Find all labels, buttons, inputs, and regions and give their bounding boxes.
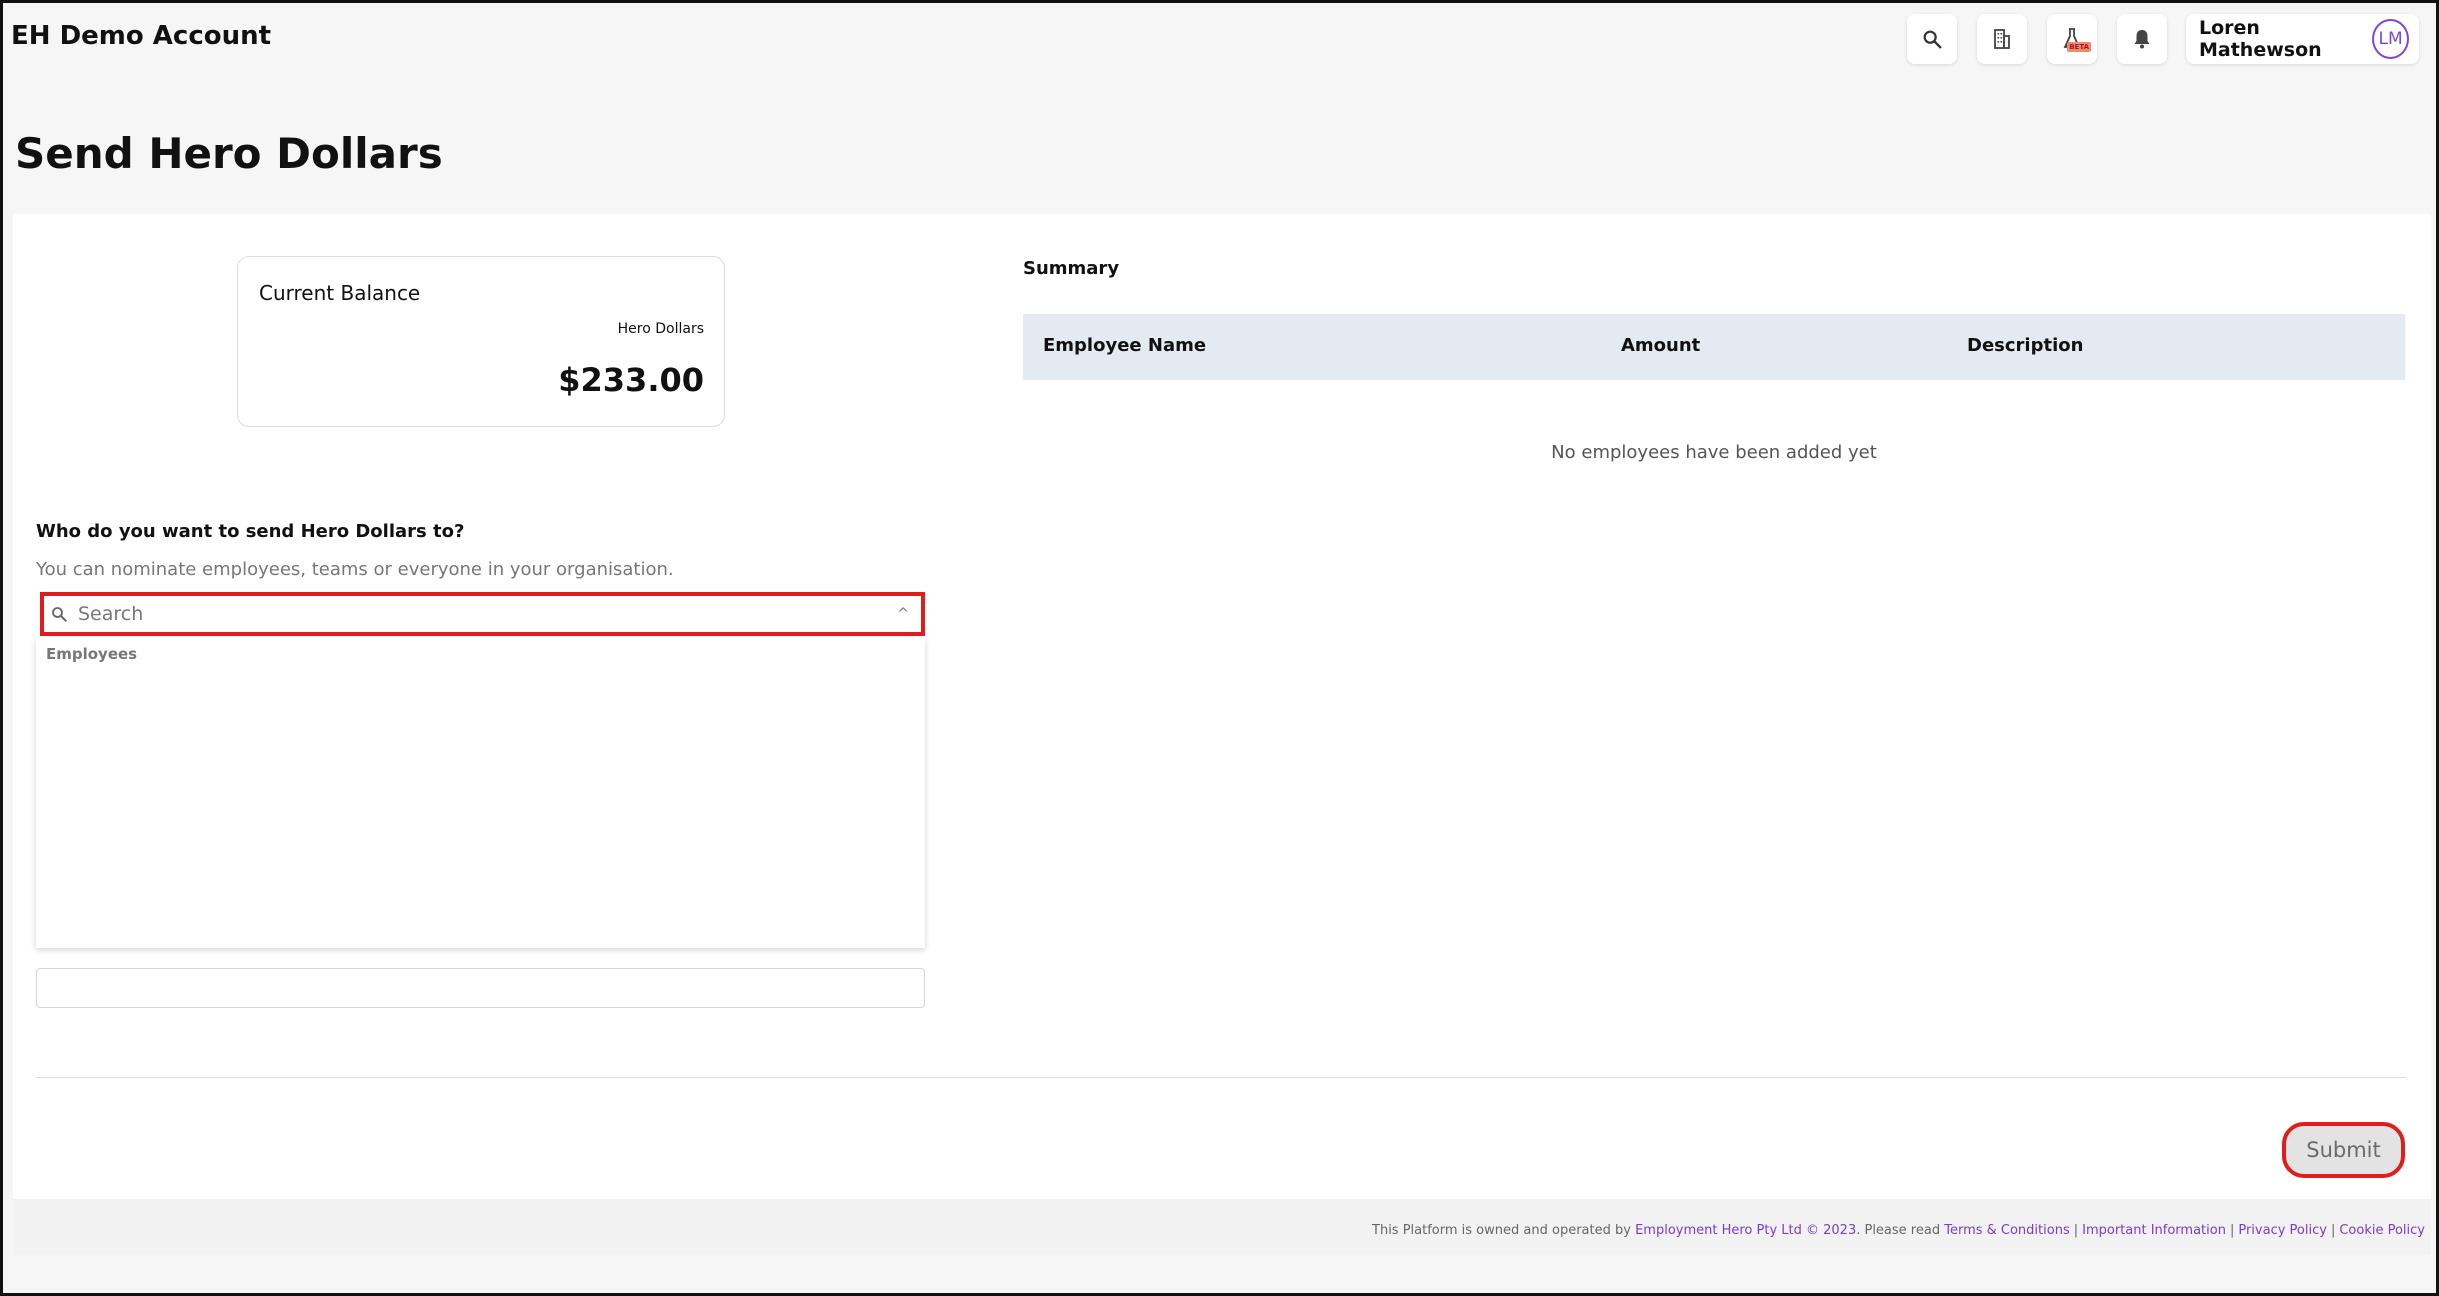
notifications-button[interactable] — [2117, 14, 2167, 64]
user-name: Loren Mathewson — [2199, 17, 2322, 61]
footer-privacy-link[interactable]: Privacy Policy — [2238, 1223, 2327, 1238]
description-field[interactable] — [36, 968, 925, 1008]
recipient-help-text: You can nominate employees, teams or eve… — [36, 559, 674, 580]
beta-badge: BETA — [2067, 42, 2091, 52]
footer-terms-link[interactable]: Terms & Conditions — [1944, 1223, 2070, 1238]
dropdown-group-employees: Employees — [46, 645, 138, 663]
footer-please-read: . Please read — [1856, 1223, 1941, 1238]
search-icon — [52, 607, 67, 622]
recipient-question: Who do you want to send Hero Dollars to? — [36, 521, 465, 542]
building-icon — [1994, 29, 2010, 49]
footer: This Platform is owned and operated by E… — [13, 1199, 2431, 1255]
balance-title: Current Balance — [259, 281, 421, 305]
footer-text: This Platform is owned and operated by E… — [1372, 1223, 2425, 1238]
balance-card: Current Balance Hero Dollars $233.00 — [237, 256, 725, 427]
user-menu[interactable]: Loren Mathewson LM — [2186, 14, 2419, 64]
divider — [36, 1077, 2406, 1078]
recipient-dropdown: Employees — [36, 638, 925, 948]
balance-unit-label: Hero Dollars — [617, 321, 704, 337]
page-title: Send Hero Dollars — [15, 129, 443, 178]
bell-icon — [2134, 30, 2150, 49]
column-amount: Amount — [1621, 335, 1701, 356]
submit-button[interactable]: Submit — [2282, 1122, 2405, 1178]
summary-empty-message: No employees have been added yet — [1551, 442, 1877, 463]
top-bar: EH Demo Account BETA Loren Mathewson LM — [3, 3, 2436, 73]
beta-features-button[interactable]: BETA — [2047, 14, 2097, 64]
search-icon — [1923, 30, 1942, 49]
summary-table-header: Employee Name Amount Description — [1023, 314, 2405, 380]
balance-amount: $233.00 — [558, 361, 704, 399]
footer-company-link[interactable]: Employment Hero Pty Ltd © 2023 — [1635, 1223, 1856, 1238]
account-name: EH Demo Account — [11, 21, 272, 51]
recipient-search-input[interactable] — [76, 602, 898, 626]
avatar: LM — [2372, 19, 2409, 59]
footer-important-info-link[interactable]: Important Information — [2082, 1223, 2226, 1238]
footer-cookie-link[interactable]: Cookie Policy — [2339, 1223, 2425, 1238]
organisation-button[interactable] — [1977, 14, 2027, 64]
main-panel: Current Balance Hero Dollars $233.00 Who… — [13, 214, 2431, 1199]
footer-prefix: This Platform is owned and operated by — [1372, 1223, 1631, 1238]
column-description: Description — [1967, 335, 2084, 356]
summary-title: Summary — [1023, 258, 1120, 279]
chevron-up-icon[interactable]: ^ — [897, 606, 909, 622]
column-employee-name: Employee Name — [1043, 335, 1207, 356]
search-button[interactable] — [1907, 14, 1957, 64]
recipient-search-box[interactable]: ^ — [40, 592, 925, 636]
